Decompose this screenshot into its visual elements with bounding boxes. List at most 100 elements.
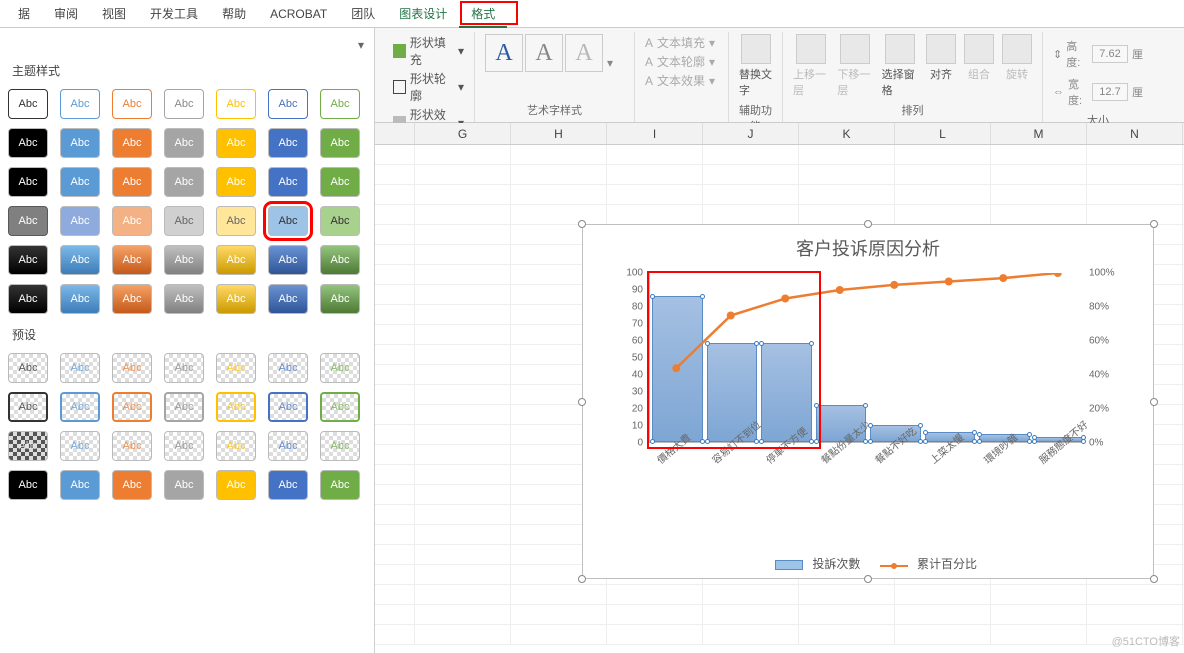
style-swatch[interactable]: Abc [112,245,152,275]
preset-swatch[interactable]: Abc [320,353,360,383]
height-field[interactable]: ⇕高度:厘 [1053,38,1143,70]
preset-swatch[interactable]: Abc [216,392,256,422]
tab-chart-design[interactable]: 图表设计 [387,0,459,28]
style-swatch[interactable]: Abc [216,89,256,119]
preset-swatch[interactable]: Abc [8,470,48,500]
preset-swatch[interactable]: Abc [164,470,204,500]
preset-swatch[interactable]: Abc [320,431,360,461]
align-button[interactable]: 对齐 [926,34,956,82]
style-swatch[interactable]: Abc [8,245,48,275]
style-swatch[interactable]: Abc [8,284,48,314]
col-header[interactable]: H [511,123,607,144]
resize-handle[interactable] [578,220,586,228]
style-swatch[interactable]: Abc [112,89,152,119]
style-swatch[interactable]: Abc [268,167,308,197]
style-swatch[interactable]: Abc [164,206,204,236]
style-swatch[interactable]: Abc [216,167,256,197]
col-header[interactable]: I [607,123,703,144]
preset-swatch[interactable]: Abc [112,431,152,461]
tab-format[interactable]: 格式 [459,0,507,28]
style-swatch[interactable]: Abc [112,128,152,158]
style-swatch[interactable]: Abc [112,206,152,236]
style-swatch-selected[interactable]: Abc [268,206,308,236]
wordart-style-2[interactable]: A [525,34,563,72]
chart-title[interactable]: 客户投诉原因分析 [583,235,1153,261]
preset-swatch[interactable]: Abc [112,392,152,422]
preset-swatch[interactable]: Abc [164,431,204,461]
preset-swatch[interactable]: Abc [268,431,308,461]
preset-swatch[interactable]: Abc [112,470,152,500]
bar-series[interactable] [649,273,1085,443]
style-swatch[interactable]: Abc [216,284,256,314]
preset-swatch[interactable]: Abc [216,431,256,461]
col-header[interactable]: L [895,123,991,144]
style-swatch[interactable]: Abc [60,167,100,197]
col-header[interactable]: J [703,123,799,144]
chart-legend[interactable]: 投訴次數 累计百分比 [583,555,1153,572]
style-swatch[interactable]: Abc [216,245,256,275]
style-swatch[interactable]: Abc [320,284,360,314]
style-swatch[interactable]: Abc [164,167,204,197]
chart-object[interactable]: 客户投诉原因分析 0102030405060708090100 0%20%40%… [582,224,1154,579]
wordart-more-icon[interactable]: ▾ [605,56,615,72]
tab-help[interactable]: 帮助 [210,0,258,28]
preset-swatch[interactable]: Abc [216,353,256,383]
style-swatch[interactable]: Abc [268,284,308,314]
style-swatch[interactable]: Abc [164,245,204,275]
style-swatch[interactable]: Abc [320,128,360,158]
style-swatch[interactable]: Abc [112,284,152,314]
preset-swatch[interactable]: Abc [112,353,152,383]
col-header[interactable]: K [799,123,895,144]
preset-swatch[interactable]: Abc [268,392,308,422]
resize-handle[interactable] [864,220,872,228]
wordart-style-1[interactable]: A [485,34,523,72]
preset-swatch[interactable]: Abc [164,392,204,422]
resize-handle[interactable] [864,575,872,583]
col-header[interactable]: N [1087,123,1183,144]
wordart-style-3[interactable]: A [565,34,603,72]
style-swatch[interactable]: Abc [60,206,100,236]
col-header[interactable]: G [415,123,511,144]
selection-pane-button[interactable]: 选择窗格 [882,34,918,98]
style-swatch[interactable]: Abc [8,128,48,158]
style-swatch[interactable]: Abc [268,245,308,275]
panel-dropdown-icon[interactable]: ▾ [358,38,364,52]
style-swatch[interactable]: Abc [8,89,48,119]
resize-handle[interactable] [1150,398,1158,406]
style-swatch[interactable]: Abc [164,128,204,158]
style-swatch[interactable]: Abc [320,89,360,119]
tab-data[interactable]: 据 [6,0,42,28]
preset-swatch[interactable]: Abc [216,470,256,500]
alt-text-button[interactable]: 替换文字 [739,34,772,98]
style-swatch[interactable]: Abc [8,167,48,197]
worksheet-grid[interactable]: G H I J K L M N /* rows generated below … [375,123,1184,653]
style-swatch[interactable]: Abc [320,245,360,275]
width-field[interactable]: ⇔宽度:厘 [1053,76,1143,108]
resize-handle[interactable] [578,398,586,406]
tab-developer[interactable]: 开发工具 [138,0,210,28]
style-swatch[interactable]: Abc [216,206,256,236]
preset-swatch[interactable]: Abc [60,353,100,383]
style-swatch[interactable]: Abc [216,128,256,158]
chart-plot-area[interactable]: 0102030405060708090100 0%20%40%60%80%100… [619,273,1119,493]
style-swatch[interactable]: Abc [112,167,152,197]
preset-swatch[interactable]: Abc [164,353,204,383]
tab-team[interactable]: 团队 [339,0,387,28]
preset-swatch[interactable]: Abc [60,392,100,422]
preset-swatch[interactable]: Abc [320,392,360,422]
style-swatch[interactable]: Abc [60,284,100,314]
style-swatch[interactable]: Abc [164,89,204,119]
shape-fill-button[interactable]: 形状填充 ▾ [393,34,464,68]
style-swatch[interactable]: Abc [164,284,204,314]
resize-handle[interactable] [1150,575,1158,583]
preset-swatch[interactable]: Abc [268,470,308,500]
resize-handle[interactable] [578,575,586,583]
resize-handle[interactable] [1150,220,1158,228]
preset-swatch[interactable]: Abc [268,353,308,383]
style-swatch[interactable]: Abc [268,89,308,119]
tab-view[interactable]: 视图 [90,0,138,28]
preset-swatch[interactable]: Abc [60,431,100,461]
tab-acrobat[interactable]: ACROBAT [258,0,339,28]
style-swatch[interactable]: Abc [8,206,48,236]
preset-swatch[interactable]: Abc [8,431,48,461]
